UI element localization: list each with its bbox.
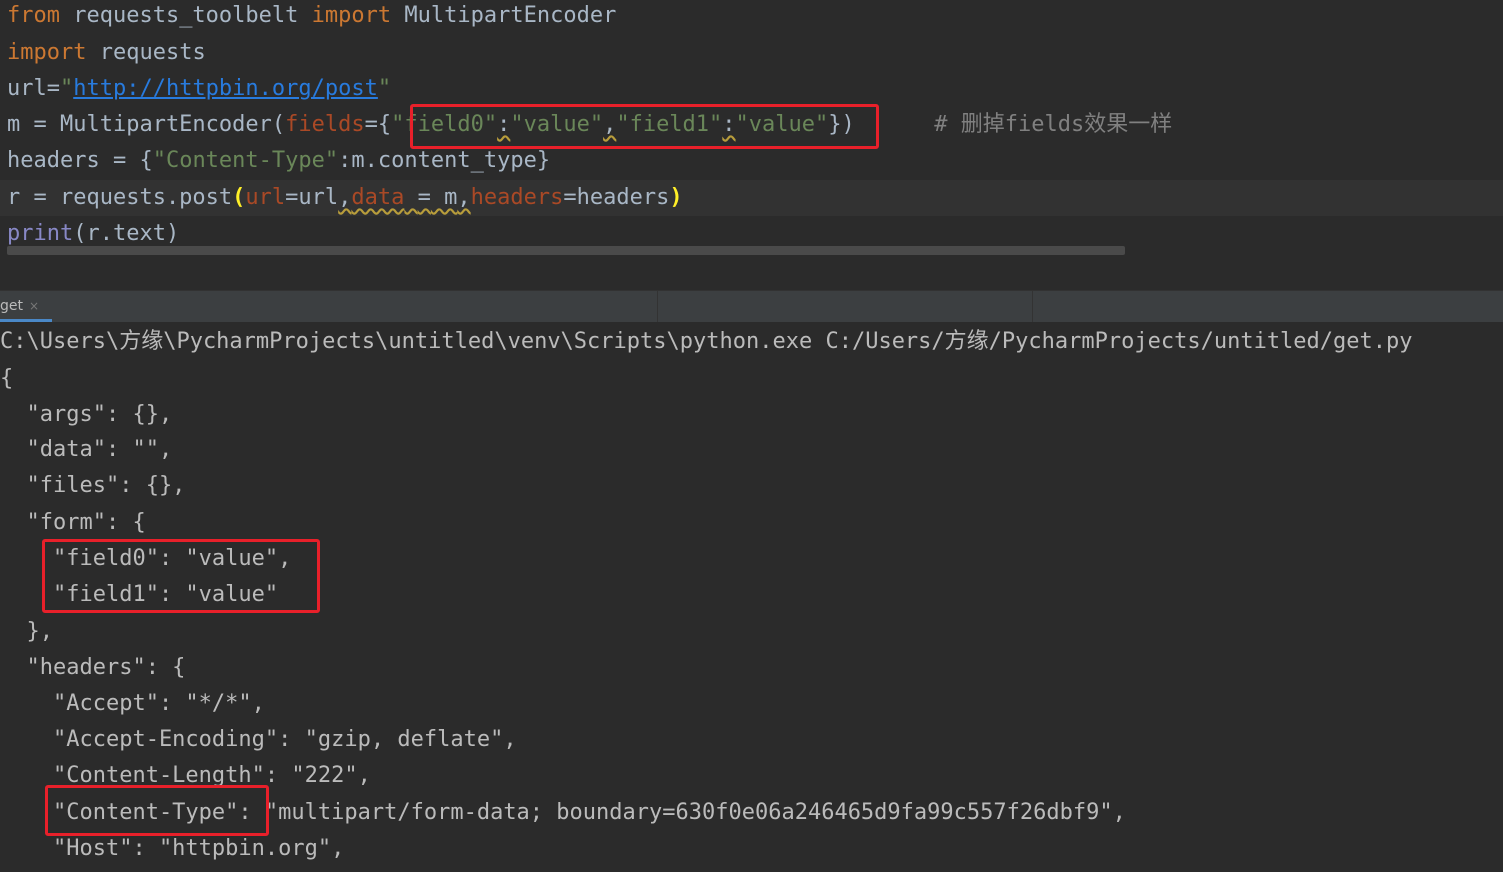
code-line-2[interactable]: import requests (7, 35, 206, 71)
console-line: { (0, 366, 14, 391)
console-line: "Host": "httpbin.org", (0, 836, 345, 861)
code-token: print (7, 221, 74, 246)
code-token: " (59, 76, 74, 101)
code-line-6[interactable]: r = requests.post(url=url,data = m,heade… (0, 180, 1503, 216)
close-icon[interactable]: × (29, 299, 39, 313)
run-tool-window-tabs: get × (0, 290, 1503, 322)
code-token: , (457, 185, 471, 210)
console-line: "data": "", (0, 437, 173, 462)
url-link[interactable]: http://httpbin.org/post (73, 76, 378, 101)
code-token: r = requests.post (7, 185, 233, 210)
code-token: from (7, 3, 60, 28)
console-line: "files": {}, (0, 473, 186, 498)
code-comment: # 删掉fields效果一样 (854, 112, 1173, 137)
divider (657, 291, 658, 322)
code-token: m = MultipartEncoder( (7, 112, 286, 137)
code-token: m (430, 185, 458, 210)
code-token: ( (232, 185, 246, 210)
code-token: =headers (563, 185, 670, 210)
code-token: :m.content_type} (338, 148, 551, 173)
console-line: }, (0, 619, 53, 644)
code-token: url (245, 185, 286, 210)
code-token: requests (86, 40, 206, 65)
console-line: "args": {}, (0, 402, 173, 427)
run-tab-label: get (0, 298, 23, 314)
code-line-3[interactable]: url="http://httpbin.org/post" (7, 71, 391, 107)
code-token: =url (285, 185, 339, 210)
code-token: url= (7, 76, 60, 101)
code-token: headers (470, 185, 564, 210)
code-token: headers = { (7, 148, 153, 173)
horizontal-scrollbar[interactable] (7, 246, 1125, 255)
console-line: "headers": { (0, 655, 186, 680)
code-token: , (338, 185, 352, 210)
code-token: requests_toolbelt (59, 3, 312, 28)
console-line: "form": { (0, 510, 146, 535)
code-line-1[interactable]: from requests_toolbelt import MultipartE… (7, 0, 616, 34)
code-token: ) (669, 185, 683, 210)
code-token: MultipartEncoder (391, 3, 617, 28)
code-token: import (311, 3, 392, 28)
code-token: "Content-Type" (152, 148, 339, 173)
annotation-box-content-type (45, 785, 269, 836)
run-tab-get[interactable]: get × (0, 291, 49, 322)
annotation-box-form (42, 539, 320, 613)
code-token: ={ (364, 112, 392, 137)
console-line: "Accept-Encoding": "gzip, deflate", (0, 727, 517, 752)
console-line: C:\Users\方缘\PycharmProjects\untitled\ven… (0, 329, 1413, 354)
divider (1032, 291, 1033, 322)
code-token: (r.text) (73, 221, 180, 246)
code-token: data (351, 185, 405, 210)
annotation-box-fields (410, 104, 879, 149)
code-token: = (417, 185, 431, 210)
code-token: fields (285, 112, 365, 137)
code-token: import (7, 40, 87, 65)
code-token: " (377, 76, 392, 101)
console-line: "Accept": "*/*", (0, 691, 265, 716)
